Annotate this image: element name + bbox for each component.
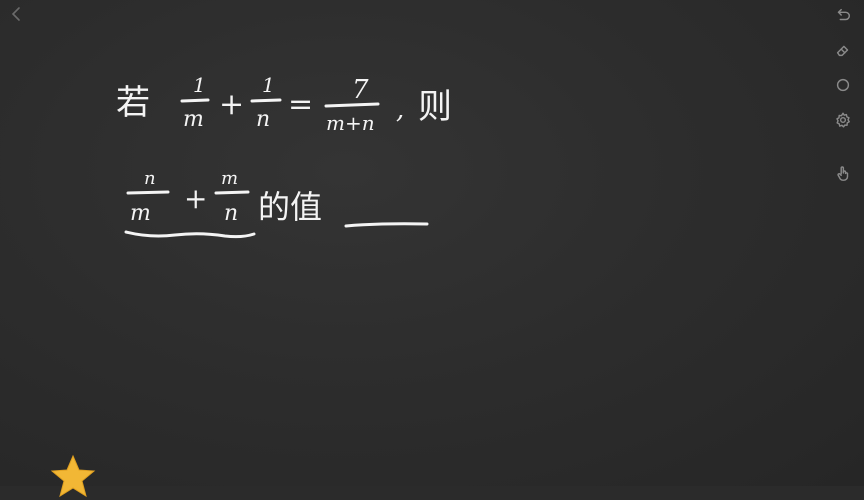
settings-icon	[836, 112, 850, 128]
chalk-writing: 若 1 m + 1 n = 7 m+n , 则 n m + m n 的值	[116, 73, 452, 239]
chevron-left-icon	[11, 7, 20, 21]
circle-icon	[836, 78, 850, 92]
eraser-button[interactable]	[832, 39, 854, 61]
frac5-bar	[214, 190, 250, 195]
chalkboard[interactable]: 若 1 m + 1 n = 7 m+n , 则 n m + m n 的值	[0, 0, 864, 486]
settings-button[interactable]	[832, 109, 854, 131]
word-then: 则	[418, 87, 452, 127]
undo-icon	[837, 8, 851, 21]
answer-blank	[344, 222, 429, 228]
equals-sign: =	[288, 87, 313, 122]
frac2-denominator: n	[256, 107, 270, 132]
frac3-bar	[324, 102, 380, 108]
undo-button[interactable]	[832, 4, 854, 26]
plus-sign-2: +	[184, 182, 207, 215]
frac1-denominator: m	[183, 107, 204, 132]
hand-pointer-icon	[837, 166, 849, 181]
frac4-bar	[126, 190, 170, 195]
frac5-denominator: n	[224, 201, 238, 226]
back-button[interactable]	[6, 4, 26, 24]
frac3-denominator: m+n	[326, 111, 375, 135]
frac2-bar	[250, 98, 282, 103]
plus-sign-1: +	[219, 87, 244, 122]
shape-button[interactable]	[832, 74, 854, 96]
pointer-button[interactable]	[832, 162, 854, 184]
frac1-bar	[180, 98, 210, 103]
frac2-numerator: 1	[262, 73, 275, 97]
frac4-denominator: m	[130, 201, 151, 226]
side-toolbar	[830, 4, 856, 197]
frac1-numerator: 1	[193, 73, 206, 97]
words-value: 的值	[258, 188, 322, 226]
frac4-numerator: n	[144, 168, 156, 189]
frac3-numerator: 7	[352, 75, 369, 105]
comma: ,	[396, 95, 404, 125]
eraser-icon	[836, 45, 849, 57]
word-if: 若	[116, 83, 150, 123]
emphasis-underline	[124, 230, 256, 239]
star-icon	[50, 454, 96, 498]
frac5-numerator: m	[221, 168, 238, 189]
